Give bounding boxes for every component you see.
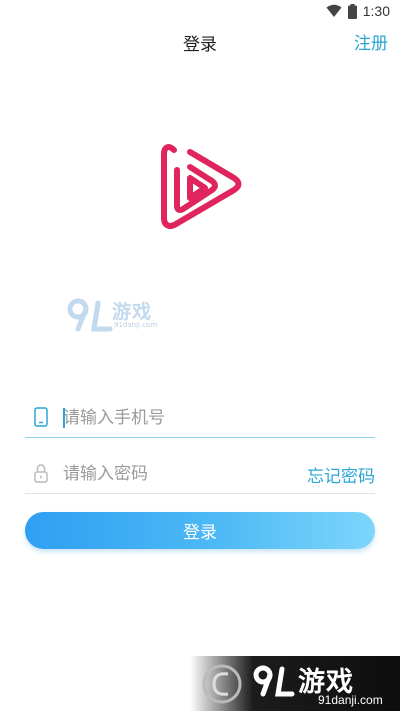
watermark-91-icon [253,665,295,697]
watermark-91-logo [67,298,113,332]
app-logo [161,144,242,229]
watermark-banner-url: 91danji.com [318,693,383,707]
wifi-icon [326,4,342,17]
text-caret [63,408,65,428]
register-link[interactable]: 注册 [354,29,388,54]
lock-icon [34,464,48,483]
status-icons: 1:30 [326,3,390,19]
password-field: 忘记密码 [25,454,375,494]
watermark-91danji: 游戏 91danji.com [66,297,166,333]
watermark-text: 游戏 [112,301,153,323]
status-time: 1:30 [362,3,390,19]
watermark-url: 91danji.com [114,321,158,329]
login-button[interactable]: 登录 [25,512,375,549]
phone-input[interactable] [63,406,293,430]
header: 登录 注册 [0,24,400,60]
watermark-banner: 游戏 91danji.com [190,656,400,711]
battery-icon [347,3,357,19]
forgot-password-link[interactable]: 忘记密码 [307,462,375,487]
phone-field [25,398,375,438]
page-title: 登录 [183,35,217,55]
watermark-circle-logo [202,664,242,704]
password-input[interactable] [63,462,293,486]
phone-icon [34,407,48,427]
status-bar: 1:30 [0,0,400,24]
